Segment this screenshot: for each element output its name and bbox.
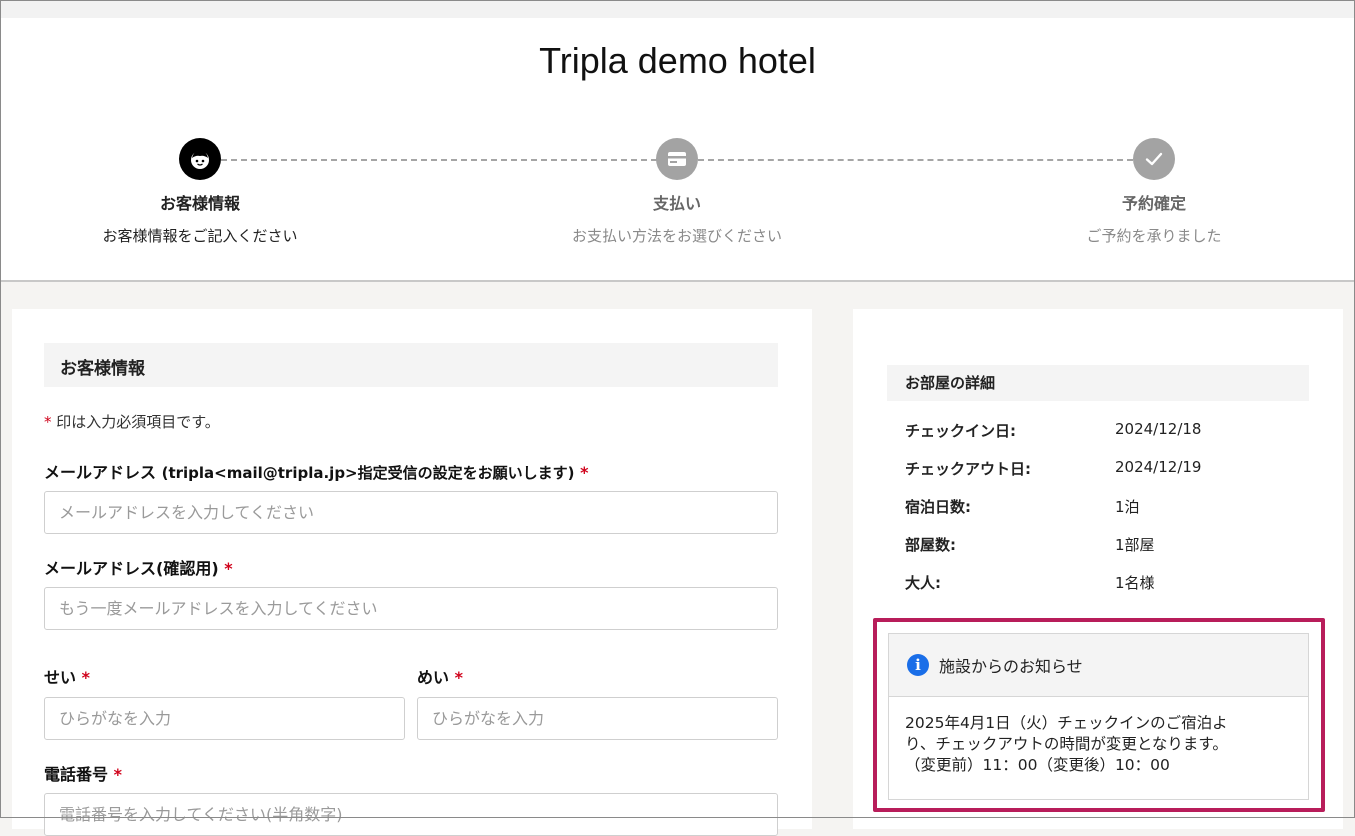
detail-label: 宿泊日数: [905,498,971,516]
face-icon [179,138,221,180]
required-marker: * [454,668,463,687]
required-marker: * [113,765,122,784]
step-subtitle: ご予約を承りました [1086,227,1222,245]
phone-label: 電話番号 * [44,761,122,785]
top-strip [1,1,1354,18]
check-icon [1133,138,1175,180]
last-name-kana-field[interactable] [44,697,405,740]
last-name-kana-label-text: せい [44,668,77,687]
step-confirmation: 予約確定 ご予約を承りました [1004,138,1304,246]
step-subtitle: お支払い方法をお選びください [571,227,782,245]
step-subtitle: お客様情報をご記入ください [102,227,298,245]
email-label-text: メールアドレス [44,463,157,482]
detail-value: 1部屋 [1115,536,1155,554]
first-name-kana-field[interactable] [417,697,778,740]
required-marker: * [580,463,589,482]
last-name-kana-label: せい * [44,664,90,688]
email-confirm-field[interactable] [44,587,778,630]
detail-label: チェックイン日: [905,422,1016,440]
detail-value: 2024/12/18 [1115,420,1202,438]
step-title: 予約確定 [1121,194,1186,213]
phone-field[interactable] [44,793,778,836]
step-payment: 支払い お支払い方法をお選びください [527,138,827,246]
room-details-title: お部屋の詳細 [887,365,1309,401]
card-icon [656,138,698,180]
phone-label-text: 電話番号 [44,765,109,784]
detail-value: 2024/12/19 [1115,458,1202,476]
required-marker: * [224,559,233,578]
page-header: Tripla demo hotel お客様情報 お客様情報をご記入ください 支払… [1,18,1354,282]
email-field[interactable] [44,491,778,534]
customer-info-card: お客様情報 * 印は入力必須項目です。 メールアドレス (tripla<mail… [12,309,812,836]
step-title: 支払い [652,194,701,213]
section-title: お客様情報 [44,343,778,387]
email-label-note: (tripla<mail@tripla.jp>指定受信の設定をお願いします) [161,464,575,482]
detail-label: 大人: [905,574,941,592]
required-marker: * [81,668,90,687]
first-name-kana-label: めい * [417,664,463,688]
step-customer-info: お客様情報 お客様情報をご記入ください [50,138,350,246]
email-label: メールアドレス (tripla<mail@tripla.jp>指定受信の設定をお… [44,459,588,483]
detail-value: 1泊 [1115,498,1140,516]
required-note-text: 印は入力必須項目です。 [56,413,220,431]
detail-value: 1名様 [1115,574,1155,592]
email-confirm-label-text: メールアドレス(確認用) [44,559,219,578]
booking-stepper: お客様情報 お客様情報をご記入ください 支払い お支払い方法をお選びください 予… [1,138,1354,268]
detail-label: 部屋数: [905,536,956,554]
hotel-name: Tripla demo hotel [539,40,816,81]
detail-label: チェックアウト日: [905,460,1031,478]
required-marker: * [44,413,52,431]
required-note: * 印は入力必須項目です。 [44,411,220,432]
email-confirm-label: メールアドレス(確認用) * [44,555,233,579]
first-name-kana-label-text: めい [417,668,450,687]
step-title: お客様情報 [159,194,240,213]
notice-highlight-outline [873,618,1325,812]
